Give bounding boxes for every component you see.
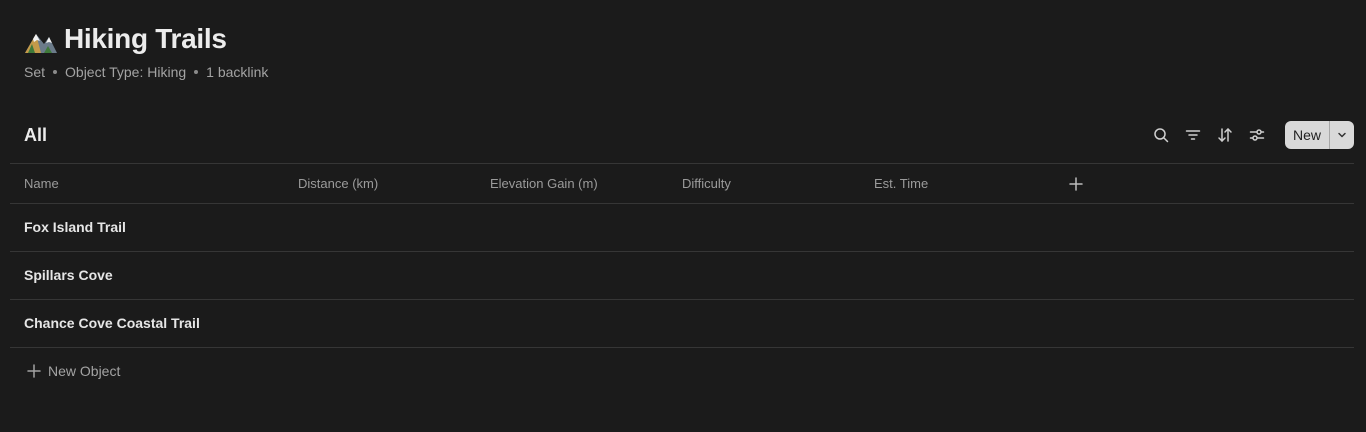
table-header: Name Distance (km) Elevation Gain (m) Di… <box>10 163 1354 204</box>
row-name[interactable]: Spillars Cove <box>24 267 113 283</box>
new-object-label: New Object <box>48 363 121 379</box>
column-header-est-time[interactable]: Est. Time <box>874 176 928 191</box>
column-header-difficulty[interactable]: Difficulty <box>682 176 731 191</box>
page-title: Hiking Trails <box>64 23 227 54</box>
meta-type: Set <box>24 64 46 80</box>
row-name[interactable]: Fox Island Trail <box>24 219 126 235</box>
new-button-group: New <box>1284 121 1354 149</box>
filter-button[interactable] <box>1177 120 1209 150</box>
new-object-button[interactable]: New Object <box>10 348 1354 394</box>
title-row: Hiking Trails <box>24 20 268 58</box>
search-icon <box>1154 128 1169 143</box>
meta-separator <box>53 70 58 74</box>
column-header-elevation-gain[interactable]: Elevation Gain (m) <box>490 176 598 191</box>
chevron-down-icon <box>1338 132 1346 138</box>
column-header-distance[interactable]: Distance (km) <box>298 176 378 191</box>
page-meta: Set Object Type: Hiking 1 backlink <box>24 64 268 80</box>
view-tools: New <box>1145 120 1354 150</box>
sort-button[interactable] <box>1209 120 1241 150</box>
objects-table: Name Distance (km) Elevation Gain (m) Di… <box>10 163 1354 394</box>
table-row[interactable]: Spillars Cove <box>10 252 1354 300</box>
page-header: Hiking Trails Set Object Type: Hiking 1 … <box>24 20 268 80</box>
view-title[interactable]: All <box>24 125 47 146</box>
sort-icon <box>1218 128 1232 142</box>
meta-separator <box>194 70 199 74</box>
settings-icon <box>1249 129 1265 141</box>
table-row[interactable]: Fox Island Trail <box>10 204 1354 252</box>
plus-icon <box>1069 177 1083 191</box>
plus-icon <box>27 364 41 378</box>
meta-object-type[interactable]: Object Type: Hiking <box>65 64 186 80</box>
add-column-button[interactable] <box>1068 176 1084 195</box>
column-header-name[interactable]: Name <box>24 176 59 191</box>
view-settings-button[interactable] <box>1241 120 1273 150</box>
row-name[interactable]: Chance Cove Coastal Trail <box>24 315 200 331</box>
new-button[interactable]: New <box>1285 121 1329 149</box>
view-toolbar: All New <box>24 120 1354 150</box>
mountain-icon[interactable] <box>24 22 58 56</box>
search-button[interactable] <box>1145 120 1177 150</box>
filter-icon <box>1185 130 1201 140</box>
new-dropdown-button[interactable] <box>1330 121 1354 149</box>
meta-backlinks[interactable]: 1 backlink <box>206 64 268 80</box>
table-row[interactable]: Chance Cove Coastal Trail <box>10 300 1354 348</box>
